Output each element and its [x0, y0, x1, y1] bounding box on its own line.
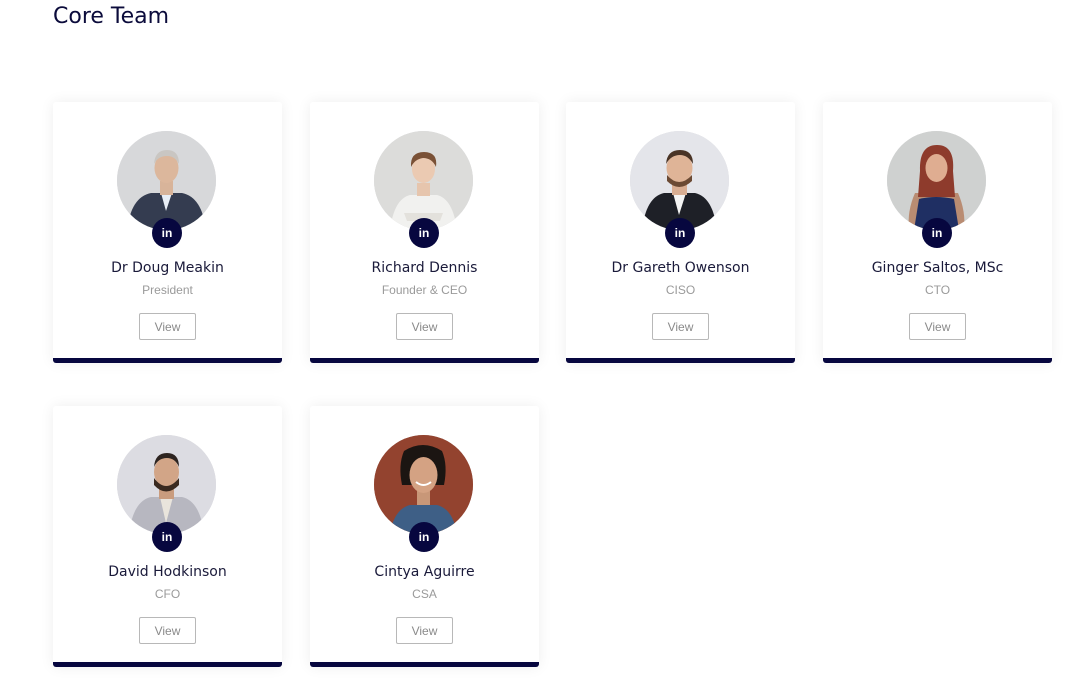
team-grid: in Dr Doug Meakin President View in Rich…: [0, 0, 1084, 688]
team-card: in Dr Gareth Owenson CISO View: [566, 102, 795, 363]
member-role: CFO: [154, 587, 181, 601]
member-name: Dr Doug Meakin: [111, 260, 224, 276]
avatar: [117, 131, 216, 230]
linkedin-icon[interactable]: in: [665, 218, 695, 248]
avatar: [887, 131, 986, 230]
view-button[interactable]: View: [396, 617, 453, 644]
avatar-wrap: [630, 131, 729, 230]
avatar-wrap: [374, 435, 473, 534]
team-card: in David Hodkinson CFO View: [53, 406, 282, 667]
team-card: in Richard Dennis Founder & CEO View: [310, 102, 539, 363]
avatar: [117, 435, 216, 534]
avatar: [630, 131, 729, 230]
member-role: President: [142, 283, 193, 297]
team-card: in Dr Doug Meakin President View: [53, 102, 282, 363]
member-role: CISO: [665, 283, 696, 297]
member-name: Cintya Aguirre: [374, 564, 475, 580]
member-name: Dr Gareth Owenson: [611, 260, 750, 276]
avatar-wrap: [117, 435, 216, 534]
linkedin-icon[interactable]: in: [409, 218, 439, 248]
view-button[interactable]: View: [652, 313, 709, 340]
linkedin-icon[interactable]: in: [922, 218, 952, 248]
member-name: Ginger Saltos, MSc: [871, 260, 1004, 276]
view-button[interactable]: View: [139, 617, 196, 644]
avatar-wrap: [887, 131, 986, 230]
member-name: Richard Dennis: [371, 260, 478, 276]
member-role: CTO: [924, 283, 951, 297]
avatar: [374, 131, 473, 230]
avatar: [374, 435, 473, 534]
member-role: Founder & CEO: [381, 283, 468, 297]
team-card: in Cintya Aguirre CSA View: [310, 406, 539, 667]
view-button[interactable]: View: [396, 313, 453, 340]
linkedin-icon[interactable]: in: [409, 522, 439, 552]
team-card: in Ginger Saltos, MSc CTO View: [823, 102, 1052, 363]
view-button[interactable]: View: [139, 313, 196, 340]
linkedin-icon[interactable]: in: [152, 522, 182, 552]
member-role: CSA: [412, 587, 437, 601]
member-name: David Hodkinson: [108, 564, 227, 580]
avatar-wrap: [117, 131, 216, 230]
linkedin-icon[interactable]: in: [152, 218, 182, 248]
avatar-wrap: [374, 131, 473, 230]
view-button[interactable]: View: [909, 313, 966, 340]
